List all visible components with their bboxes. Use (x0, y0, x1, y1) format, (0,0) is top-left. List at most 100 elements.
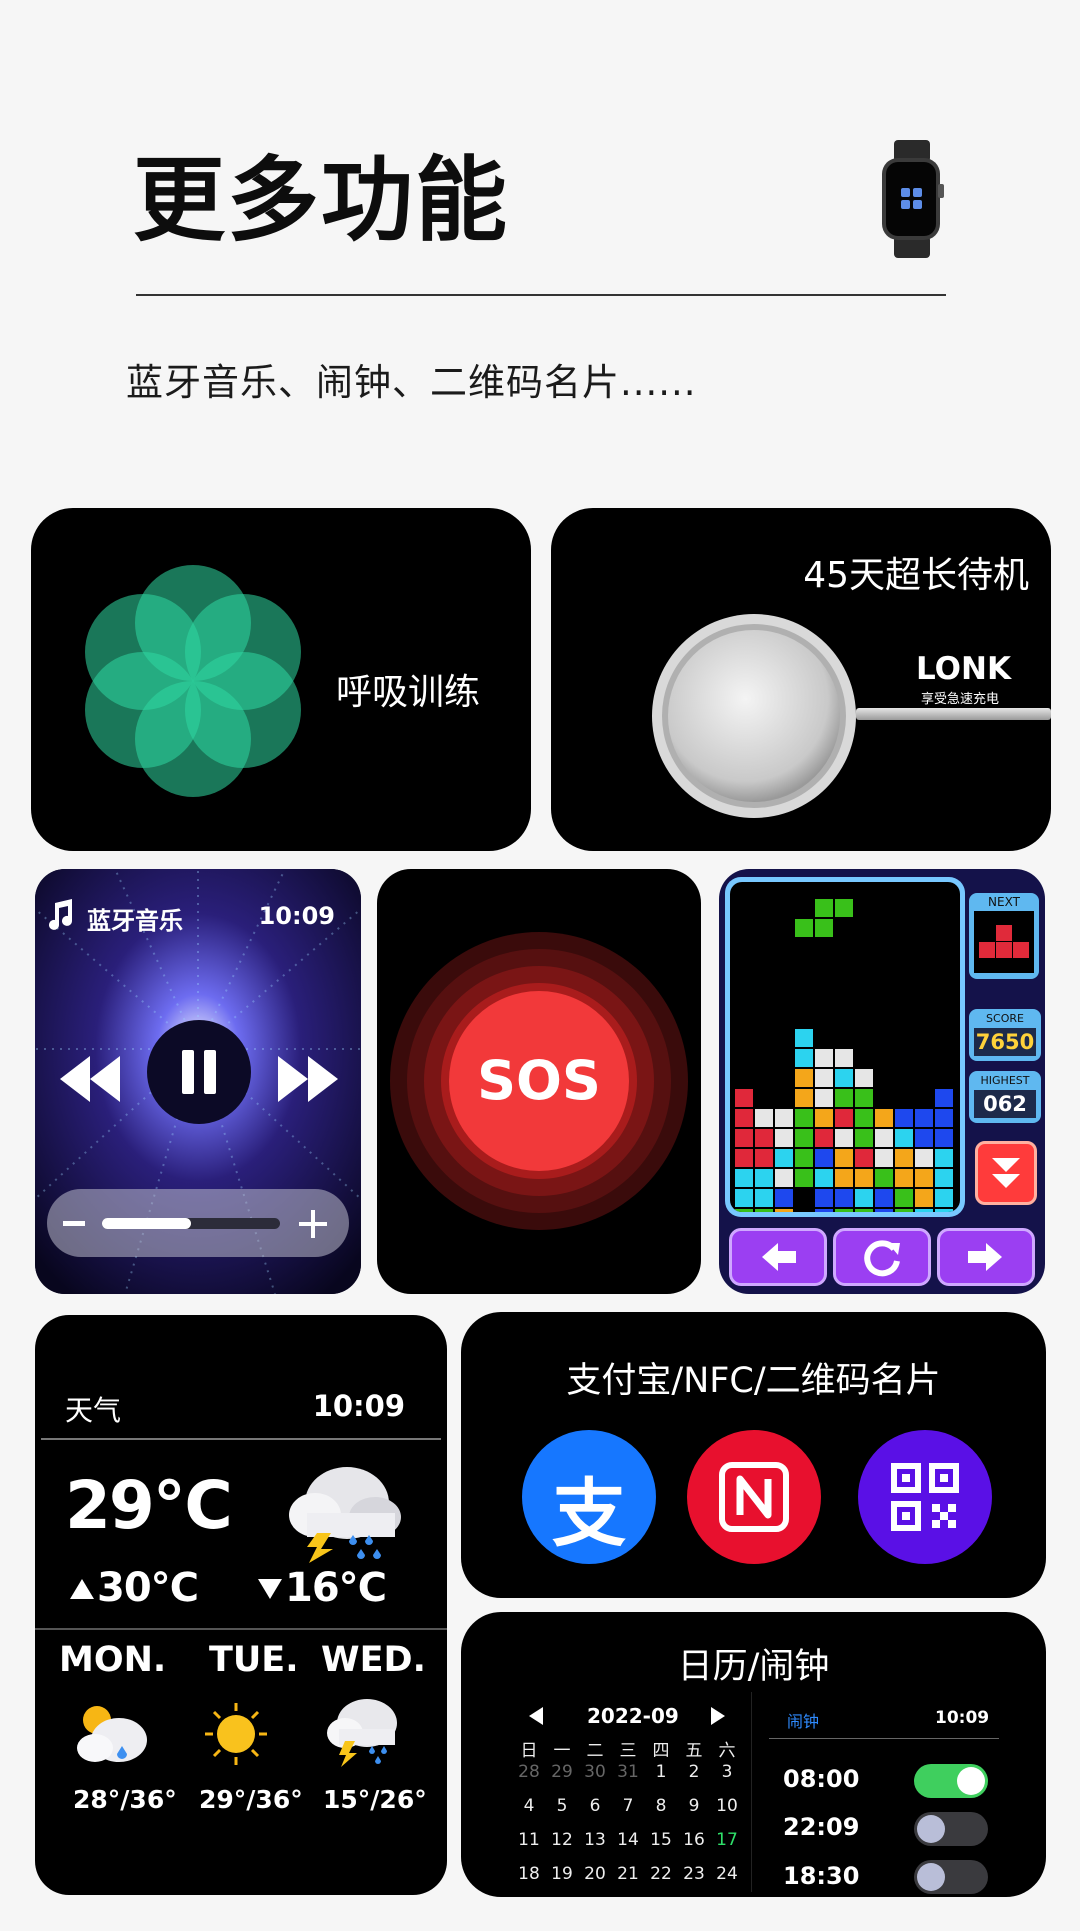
forecast-range-3: 15°/26° (323, 1785, 427, 1814)
calendar-day[interactable]: 20 (579, 1864, 611, 1884)
alarm-clock-time: 10:09 (935, 1708, 990, 1728)
standby-title: 45天超长待机 (803, 555, 1029, 596)
calendar-day[interactable]: 1 (645, 1762, 677, 1782)
payment-title: 支付宝/NFC/二维码名片 (566, 1361, 941, 1401)
tetris-block (815, 1049, 833, 1067)
weather-time: 10:09 (312, 1389, 405, 1423)
tetris-block (815, 1129, 833, 1147)
calendar-title: 日历/闹钟 (677, 1647, 830, 1687)
tetris-block (795, 1149, 813, 1167)
prev-month-button[interactable] (527, 1706, 545, 1726)
breathe-flower-icon (73, 561, 313, 801)
score-value: 7650 (974, 1028, 1036, 1056)
tetris-block (875, 1209, 893, 1212)
calendar-day[interactable]: 13 (579, 1830, 611, 1850)
tetris-block (915, 1209, 933, 1212)
calendar-day[interactable]: 17 (711, 1830, 743, 1850)
tetris-block (815, 1149, 833, 1167)
calendar-day[interactable]: 9 (678, 1796, 710, 1816)
calendar-day[interactable]: 28 (513, 1762, 545, 1782)
tetris-block (815, 899, 833, 917)
volume-up-button[interactable] (299, 1210, 327, 1238)
tetris-block (835, 1149, 853, 1167)
alarm-toggle-3[interactable] (914, 1860, 988, 1894)
music-note-icon (45, 899, 75, 931)
alipay-button[interactable]: 支 (522, 1430, 656, 1564)
calendar-grid: 日一二三四五六 28 29 30 31 1 2 3 4 5 6 7 8 9 10 11 12 13 14 15 16 17… (513, 1736, 743, 1896)
tetris-block (815, 1169, 833, 1187)
alarm-toggle-knob (917, 1863, 945, 1891)
calendar-day[interactable]: 29 (546, 1762, 578, 1782)
score-label: SCORE (986, 1012, 1024, 1025)
move-left-button[interactable] (729, 1228, 827, 1286)
tetris-block (815, 919, 833, 937)
tetris-block (815, 1109, 833, 1127)
qr-card-button[interactable] (858, 1430, 992, 1564)
calendar-day[interactable]: 2 (678, 1762, 710, 1782)
calendar-day[interactable]: 12 (546, 1830, 578, 1850)
calendar-day[interactable]: 19 (546, 1864, 578, 1884)
forecast-range-2: 29°/36° (199, 1785, 303, 1814)
next-month-button[interactable] (709, 1706, 727, 1726)
tetris-block (815, 1089, 833, 1107)
rotate-button[interactable] (833, 1228, 931, 1286)
weekday-label: 五 (685, 1741, 703, 1761)
calendar-day[interactable]: 24 (711, 1864, 743, 1884)
next-piece-preview (974, 911, 1034, 973)
tetris-block (855, 1149, 873, 1167)
volume-down-button[interactable] (63, 1221, 85, 1226)
calendar-day[interactable]: 3 (711, 1762, 743, 1782)
forecast-range-1: 28°/36° (73, 1785, 177, 1814)
calendar-day[interactable]: 22 (645, 1864, 677, 1884)
low-temperature: 16℃ (285, 1565, 387, 1611)
tetris-block (935, 1189, 953, 1207)
calendar-day[interactable]: 18 (513, 1864, 545, 1884)
calendar-day[interactable]: 4 (513, 1796, 545, 1816)
tetris-block (735, 1089, 753, 1107)
calendar-day[interactable]: 10 (711, 1796, 743, 1816)
weekday-label: 三 (619, 1741, 637, 1761)
calendar-day[interactable]: 14 (612, 1830, 644, 1850)
calendar-day[interactable]: 6 (579, 1796, 611, 1816)
pause-button[interactable] (147, 1020, 251, 1124)
weekday-label: 日 (520, 1741, 538, 1761)
tetris-block (915, 1129, 933, 1147)
drop-button[interactable] (975, 1141, 1037, 1205)
tetris-block (835, 1049, 853, 1067)
tetris-block (755, 1129, 773, 1147)
calendar-day[interactable]: 23 (678, 1864, 710, 1884)
tetris-block (935, 1109, 953, 1127)
alarm-toggle-1[interactable] (914, 1764, 988, 1798)
calendar-day[interactable]: 31 (612, 1762, 644, 1782)
rewind-button[interactable] (57, 1054, 123, 1104)
calendar-day[interactable]: 8 (645, 1796, 677, 1816)
sos-button[interactable]: SOS (449, 991, 629, 1171)
calendar-day[interactable]: 7 (612, 1796, 644, 1816)
forward-button[interactable] (275, 1054, 341, 1104)
move-right-button[interactable] (937, 1228, 1035, 1286)
score-panel: SCORE 7650 (969, 1009, 1041, 1061)
smartwatch-icon (880, 140, 944, 258)
calendar-day[interactable]: 11 (513, 1830, 545, 1850)
tetris-block (855, 1109, 873, 1127)
tetris-block (735, 1169, 753, 1187)
tetris-block (815, 1069, 833, 1087)
high-temp-arrow-icon (69, 1577, 95, 1601)
calendar-day[interactable]: 21 (612, 1864, 644, 1884)
calendar-day[interactable]: 16 (678, 1830, 710, 1850)
nfc-button[interactable] (687, 1430, 821, 1564)
next-label: NEXT (988, 895, 1020, 909)
low-temp-arrow-icon (257, 1577, 283, 1601)
calendar-day[interactable]: 15 (645, 1830, 677, 1850)
calendar-day[interactable]: 5 (546, 1796, 578, 1816)
forecast-day-2: TUE. (209, 1640, 299, 1680)
alarm-toggle-2[interactable] (914, 1812, 988, 1846)
volume-slider[interactable] (102, 1218, 280, 1229)
tetris-block (935, 1129, 953, 1147)
tetris-block (735, 1209, 753, 1212)
tetris-block (895, 1169, 913, 1187)
highest-value: 062 (974, 1090, 1036, 1118)
tetris-block (775, 1149, 793, 1167)
weekday-label: 一 (553, 1741, 571, 1761)
calendar-day[interactable]: 30 (579, 1762, 611, 1782)
